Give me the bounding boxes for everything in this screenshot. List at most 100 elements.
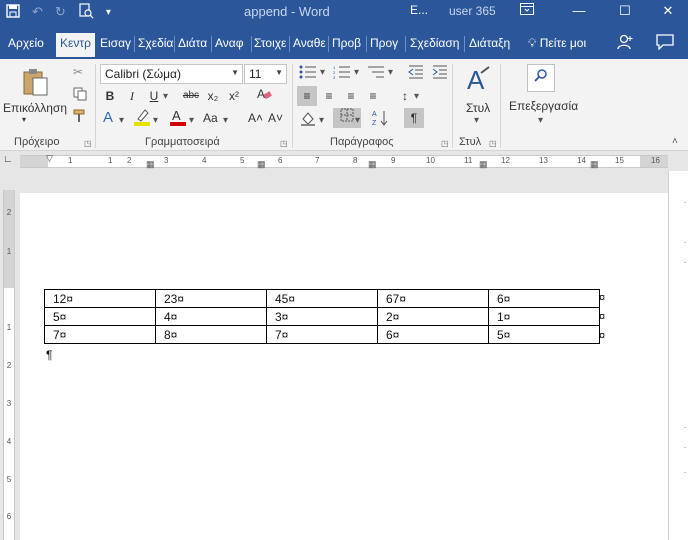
editing-button[interactable]: Επεξεργασία (509, 99, 578, 113)
multilevel-list-icon[interactable] (367, 65, 385, 82)
format-painter-icon[interactable] (73, 109, 87, 126)
increase-indent-icon[interactable] (432, 65, 448, 82)
maximize-icon[interactable]: ☐ (602, 0, 648, 24)
collapse-ribbon-icon[interactable]: ˄ (672, 136, 678, 147)
text-effects-icon[interactable]: A (103, 109, 113, 126)
column-marker[interactable]: ▦ (590, 159, 599, 170)
customize-qat-icon[interactable]: ▾ (106, 7, 111, 18)
tab-references[interactable]: Αναφ (215, 36, 244, 50)
chevron-down-icon[interactable]: ▾ (223, 115, 228, 126)
font-color-icon[interactable]: A (169, 107, 187, 130)
first-line-indent-marker[interactable]: ▽ (46, 153, 53, 164)
tab-mailings[interactable]: Στοιχε (254, 36, 286, 50)
tab-developer[interactable]: Προγ (370, 36, 398, 50)
chevron-down-icon[interactable]: ▾ (22, 115, 26, 124)
highlight-icon[interactable] (133, 107, 151, 130)
chevron-down-icon[interactable]: ▾ (354, 67, 359, 78)
styles-icon[interactable]: A (465, 65, 491, 98)
justify-icon[interactable]: ≡ (363, 86, 383, 106)
clear-formatting-icon[interactable]: A (256, 86, 272, 105)
table-cell[interactable]: 8¤ (155, 325, 267, 344)
subscript-button[interactable]: x₂ (203, 86, 223, 106)
table-cell[interactable]: 7¤ (44, 325, 156, 344)
styles-button[interactable]: Στυλ (466, 101, 490, 115)
tab-layout[interactable]: Διάτα (178, 36, 207, 50)
table-cell[interactable]: 45¤ (266, 289, 378, 308)
tab-selector-icon[interactable]: ∟ (3, 154, 15, 166)
undo-icon[interactable]: ↶ (32, 4, 43, 20)
align-right-icon[interactable]: ≡ (341, 86, 361, 106)
column-marker[interactable]: ▦ (146, 159, 155, 170)
table-cell[interactable]: 5¤ (488, 325, 600, 344)
show-marks-button[interactable]: ¶ (404, 108, 424, 128)
print-preview-icon[interactable] (78, 2, 94, 22)
styles-launcher-icon[interactable]: ◳ (489, 139, 497, 148)
share-user-icon[interactable] (617, 34, 633, 55)
chevron-down-icon[interactable]: ▾ (119, 115, 124, 126)
shading-icon[interactable] (300, 110, 316, 129)
table-cell[interactable]: 5¤ (44, 307, 156, 326)
tab-file[interactable]: Αρχείο (8, 36, 44, 50)
redo-icon[interactable]: ↻ (55, 4, 66, 20)
minimize-icon[interactable]: — (556, 0, 602, 24)
table-cell[interactable]: 6¤ (488, 289, 600, 308)
tab-insert[interactable]: Εισαγ (100, 36, 131, 50)
copy-icon[interactable] (73, 87, 87, 104)
table-cell[interactable]: 3¤ (266, 307, 378, 326)
horizontal-ruler[interactable]: 1 1 2 3 4 5 6 7 8 9 10 11 12 13 14 15 16… (20, 153, 668, 170)
chevron-down-icon[interactable]: ▾ (163, 91, 168, 102)
strikethrough-button[interactable]: abc (178, 86, 204, 106)
font-size-combo[interactable]: 11 ▼ (244, 64, 287, 84)
chevron-down-icon[interactable]: ▾ (388, 67, 393, 78)
grow-font-button[interactable]: A˄ (248, 111, 263, 125)
paste-icon[interactable] (20, 67, 50, 100)
tab-view[interactable]: Προβ (332, 36, 361, 50)
underline-button[interactable]: U (144, 86, 164, 106)
tab-home[interactable]: Κεντρ (56, 33, 95, 57)
document-page[interactable] (20, 193, 668, 540)
shrink-font-button[interactable]: A˅ (268, 111, 283, 125)
clipboard-launcher-icon[interactable]: ◳ (84, 139, 92, 148)
sort-icon[interactable]: AZ (372, 109, 388, 130)
table-cell[interactable]: 4¤ (155, 307, 267, 326)
ribbon-display-options-icon[interactable] (520, 3, 534, 18)
table-cell[interactable]: 7¤ (266, 325, 378, 344)
font-name-combo[interactable]: Calibri (Σώμα) ▼ (100, 64, 243, 84)
paragraph-launcher-icon[interactable]: ◳ (441, 139, 449, 148)
column-marker[interactable]: ▦ (257, 159, 266, 170)
chevron-down-icon[interactable]: ▾ (319, 115, 324, 126)
cut-icon[interactable]: ✂ (73, 65, 83, 79)
chevron-down-icon[interactable]: ▾ (355, 115, 360, 126)
table-cell[interactable]: 23¤ (155, 289, 267, 308)
vertical-ruler[interactable]: 2 1 1 2 3 4 5 6 (3, 190, 15, 540)
table-cell[interactable]: 1¤ (488, 307, 600, 326)
tell-me-box[interactable]: 💡︎ Πείτε μοι (528, 36, 586, 51)
tab-design[interactable]: Σχεδία (138, 36, 173, 50)
close-icon[interactable]: ✕ (648, 0, 688, 24)
line-spacing-icon[interactable]: ↕ (395, 86, 415, 106)
table-cell[interactable]: 2¤ (377, 307, 489, 326)
chevron-down-icon[interactable]: ▾ (538, 115, 543, 126)
change-case-button[interactable]: Aa (203, 111, 218, 125)
tab-table-design[interactable]: Σχεδίαση (410, 36, 459, 50)
chevron-down-icon[interactable]: ▾ (189, 115, 194, 126)
tab-table-layout[interactable]: Διάταξη (469, 36, 510, 50)
font-launcher-icon[interactable]: ◳ (280, 139, 288, 148)
tab-review[interactable]: Αναθε (293, 36, 326, 50)
save-icon[interactable] (6, 3, 20, 21)
chevron-down-icon[interactable]: ▾ (153, 115, 158, 126)
column-marker[interactable]: ▦ (479, 159, 488, 170)
search-icon[interactable] (527, 64, 555, 92)
bullets-icon[interactable] (299, 65, 317, 82)
document-table[interactable]: 12¤ 23¤ 45¤ 67¤ 6¤ 5¤ 4¤ 3¤ 2¤ 1¤ 7¤ 8¤ … (44, 289, 600, 344)
table-cell[interactable]: 67¤ (377, 289, 489, 308)
chevron-down-icon[interactable]: ▾ (414, 91, 419, 102)
superscript-button[interactable]: x² (224, 86, 244, 106)
bold-button[interactable]: B (100, 86, 120, 106)
numbering-icon[interactable]: 123 (333, 65, 351, 82)
column-marker[interactable]: ▦ (368, 159, 377, 170)
paste-button[interactable]: Επικόλληση (3, 101, 67, 115)
comments-icon[interactable] (656, 34, 674, 55)
user-name[interactable]: user 365 (449, 4, 496, 18)
chevron-down-icon[interactable]: ▾ (474, 115, 479, 126)
